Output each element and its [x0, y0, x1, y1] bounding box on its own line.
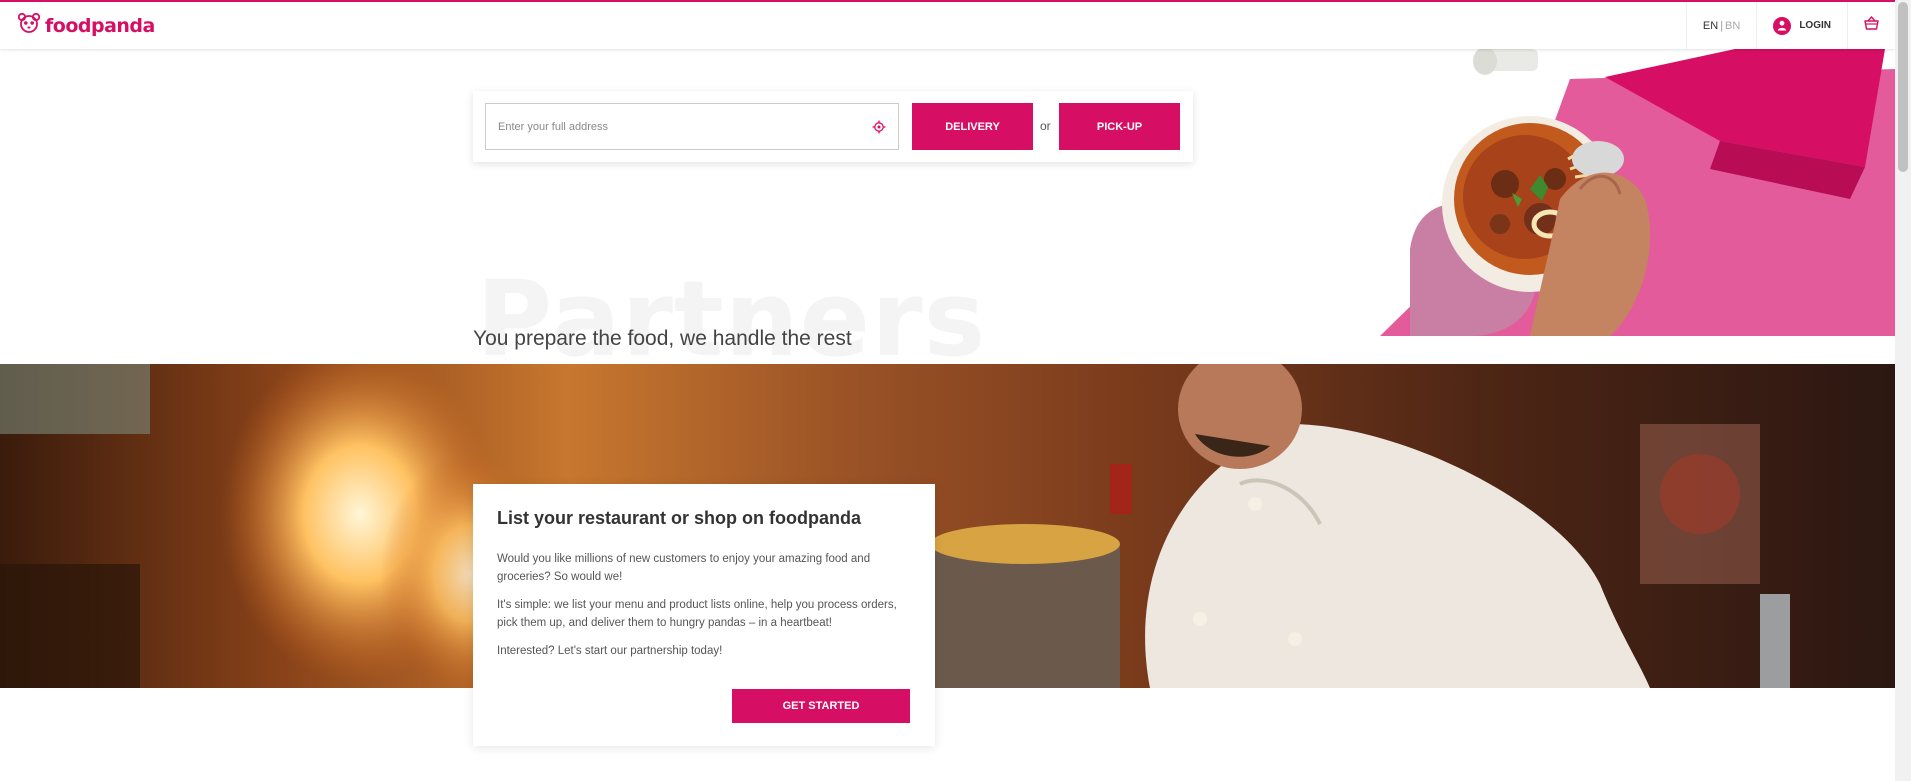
kitchen-banner-image [0, 364, 1895, 688]
foodpanda-logo[interactable]: foodpanda [17, 12, 155, 38]
logo-text: foodpanda [45, 14, 155, 37]
partner-card-paragraph-1: Would you like millions of new customers… [497, 553, 871, 583]
header-actions: EN | BN LOGIN [1685, 2, 1895, 49]
partner-card-title: List your restaurant or shop on foodpand… [497, 508, 862, 528]
address-input[interactable] [486, 104, 846, 149]
partner-card-paragraph-2: It's simple: we list your menu and produ… [497, 599, 897, 629]
lang-separator: | [1720, 19, 1724, 32]
cart-button[interactable] [1847, 2, 1895, 49]
pickup-button[interactable]: PICK-UP [1059, 103, 1180, 150]
page-scrollbar[interactable] [1895, 0, 1911, 781]
hero-food-image [1380, 49, 1895, 336]
lang-en[interactable]: EN [1703, 20, 1718, 32]
shopping-basket-icon [1864, 15, 1879, 35]
user-icon [1773, 16, 1792, 35]
address-field[interactable] [485, 103, 899, 150]
get-started-button[interactable]: GET STARTED [732, 689, 910, 723]
location-target-icon[interactable] [872, 120, 886, 139]
partners-tagline: You prepare the food, we handle the rest [473, 327, 852, 350]
scrollbar-thumb[interactable] [1898, 2, 1908, 172]
address-search-card: DELIVERY or PICK-UP [473, 91, 1193, 162]
partners-ghost-heading: Partners [476, 258, 987, 380]
login-button[interactable]: LOGIN [1756, 2, 1847, 49]
panda-logo-icon [17, 12, 41, 38]
or-label: or [1040, 119, 1051, 133]
partner-card-paragraph-3: Interested? Let's start our partnership … [497, 645, 723, 657]
language-switcher[interactable]: EN | BN [1685, 2, 1756, 49]
lang-bn[interactable]: BN [1725, 20, 1740, 32]
delivery-button[interactable]: DELIVERY [912, 103, 1033, 150]
login-label: LOGIN [1799, 20, 1831, 31]
top-header: foodpanda EN | BN LOGIN [0, 0, 1895, 49]
partner-signup-card: List your restaurant or shop on foodpand… [473, 484, 935, 746]
